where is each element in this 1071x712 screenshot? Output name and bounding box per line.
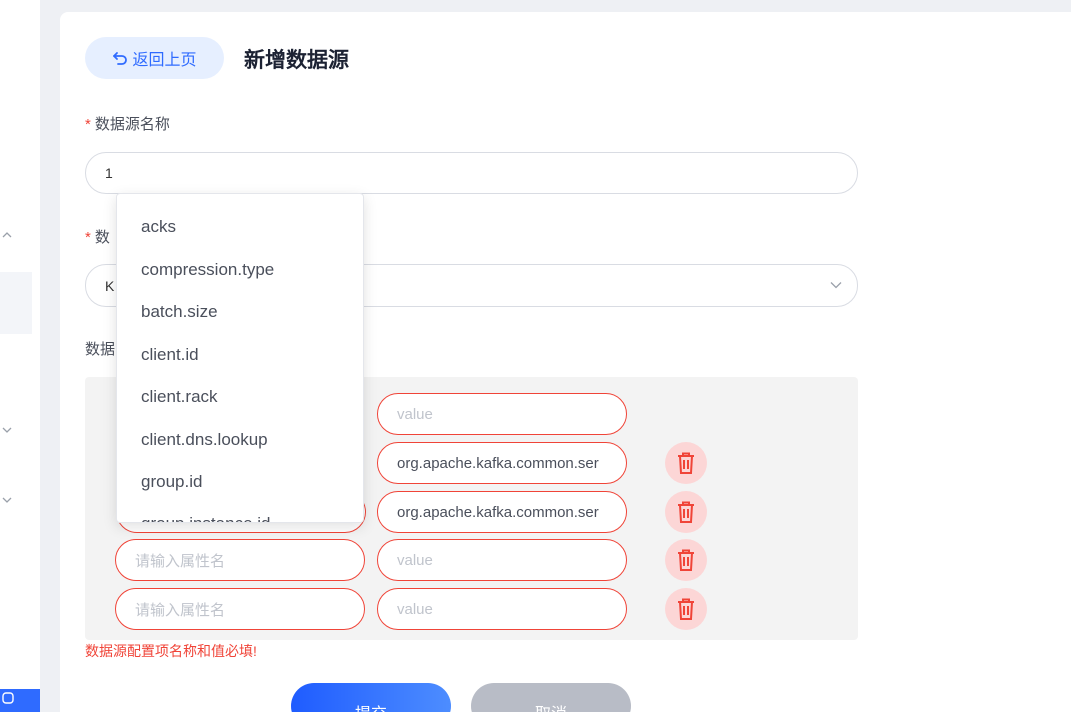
cancel-button[interactable]: 取消: [471, 683, 631, 712]
chevron-down-icon[interactable]: [0, 493, 16, 509]
page-title: 新增数据源: [244, 49, 349, 72]
trash-icon: [678, 452, 694, 474]
sidebar-selected-item[interactable]: [0, 689, 40, 712]
property-value-input[interactable]: value: [377, 393, 627, 435]
chevron-down-icon: [830, 282, 842, 289]
dropdown-option[interactable]: acks: [117, 206, 363, 248]
sidebar: [0, 0, 40, 712]
sidebar-active-item[interactable]: [0, 272, 32, 334]
dropdown-option[interactable]: group.instance.id: [117, 503, 363, 522]
back-button-label: 返回上页: [132, 52, 197, 69]
chevron-up-icon[interactable]: [0, 228, 16, 244]
required-mark: *: [85, 116, 91, 133]
dropdown-option[interactable]: batch.size: [117, 291, 363, 333]
dropdown-option[interactable]: client.rack: [117, 376, 363, 418]
trash-icon: [678, 549, 694, 571]
back-arrow-icon: [113, 52, 128, 65]
chevron-down-icon[interactable]: [0, 423, 16, 439]
property-name-dropdown: acks compression.type batch.size client.…: [116, 193, 364, 523]
required-mark: *: [85, 229, 91, 246]
properties-label: 数据: [85, 341, 116, 358]
name-input[interactable]: 1: [85, 152, 858, 194]
dropdown-option[interactable]: client.id: [117, 334, 363, 376]
app-icon: [2, 692, 14, 704]
property-key-input[interactable]: 请输入属性名: [115, 539, 365, 581]
submit-button[interactable]: 提交: [291, 683, 451, 712]
property-value-input[interactable]: org.apache.kafka.common.ser: [377, 491, 627, 533]
back-button[interactable]: 返回上页: [85, 37, 224, 79]
dropdown-option[interactable]: group.id: [117, 461, 363, 503]
property-value-input[interactable]: value: [377, 539, 627, 581]
dropdown-option[interactable]: client.dns.lookup: [117, 419, 363, 461]
validation-error: 数据源配置项名称和值必填!: [85, 643, 257, 659]
delete-row-button[interactable]: [665, 588, 707, 630]
delete-row-button[interactable]: [665, 539, 707, 581]
delete-row-button[interactable]: [665, 442, 707, 484]
property-value-input[interactable]: org.apache.kafka.common.ser: [377, 442, 627, 484]
delete-row-button[interactable]: [665, 491, 707, 533]
trash-icon: [678, 598, 694, 620]
property-key-input[interactable]: 请输入属性名: [115, 588, 365, 630]
property-value-input[interactable]: value: [377, 588, 627, 630]
name-label: * 数据源名称: [85, 116, 170, 133]
type-label: * 数: [85, 229, 110, 246]
trash-icon: [678, 501, 694, 523]
dropdown-option[interactable]: compression.type: [117, 249, 363, 291]
